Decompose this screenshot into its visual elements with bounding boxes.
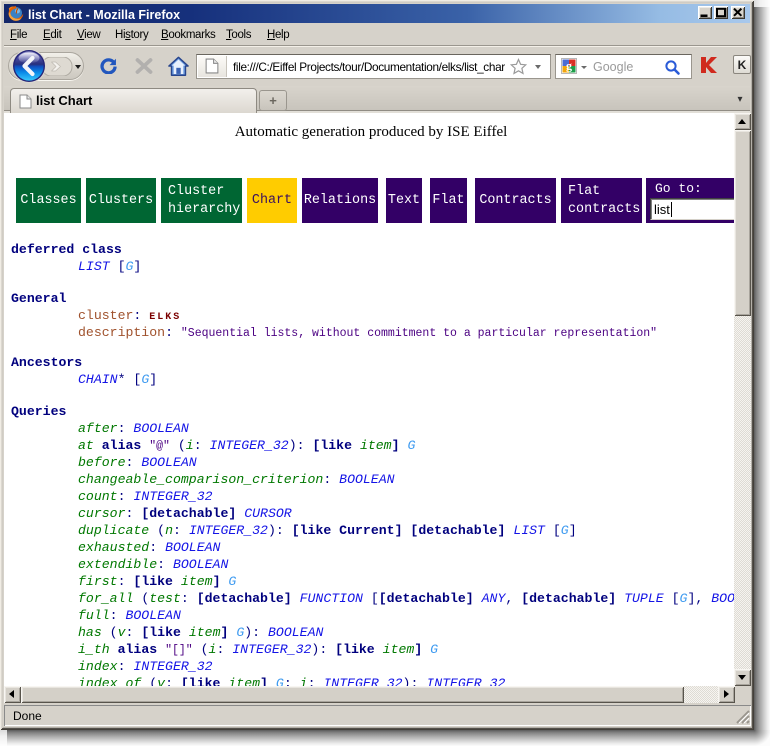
svg-text:g: g — [566, 59, 572, 73]
